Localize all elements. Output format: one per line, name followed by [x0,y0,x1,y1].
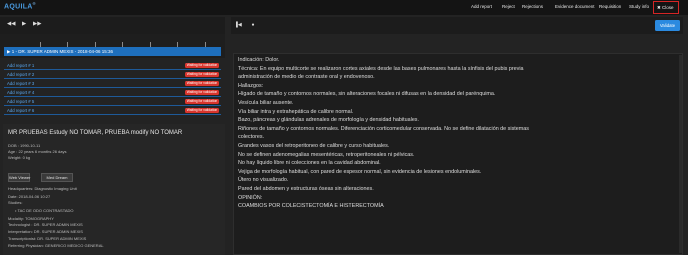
patient-name: MR PRUEBAS Estudy NO TOMAR, PRUEBA modif… [8,130,183,136]
report-row: Add report # 3 Waiting for validation [4,80,221,88]
report-line: colectores. [238,134,265,141]
nav-study-info[interactable]: Study info [629,4,649,9]
play-icon[interactable]: ▶ [22,21,26,28]
nav-rejections[interactable]: Rejections [522,4,543,9]
study-item: • TAC DE ODO CONTRASTADO [15,208,74,213]
add-report-link[interactable]: Add report # 4 [7,90,34,95]
skip-back-icon[interactable]: ▐◀ [233,21,243,30]
status-badge: Waiting for validation [185,63,219,68]
patient-dob: DOB : 1990-10-11 [8,143,41,148]
add-report-link[interactable]: Add report # 2 [7,72,34,77]
validate-button[interactable]: Validate [655,20,680,31]
status-badge: Waiting for validation [185,81,219,86]
patient-weight: Weight: 0 kg [8,155,31,160]
headquarters: Headquarters: Diagnostic Imaging Unit [8,186,77,191]
report-line: Bazo, páncreas y glándulas adrenales de … [238,117,420,124]
report-line: Hígado de tamaño y contornos normales, s… [238,91,496,98]
app-logo[interactable]: AQUILA® [4,1,36,10]
report-line: Útero no visualizado. [238,177,289,184]
report-line: Vía biliar intra y extrahepática de cali… [238,108,354,115]
report-line: Riñones de tamaño y contornos normales. … [238,125,529,132]
timeline-report-bar[interactable]: ▶ 1 - DR. SUPER ADMIN MEXIS - 2018-04-06… [4,47,221,56]
fast-forward-icon[interactable]: ▶▶ [33,21,41,28]
study-date: Date: 2018-04-06 10:27 [8,194,51,199]
report-line: Hallazgos: [238,82,264,89]
status-badge: Waiting for validation [185,108,219,113]
report-line: Vesícula biliar ausente. [238,99,294,106]
report-line: OPINIÓN: [238,194,263,201]
patient-age: Age : 22 years 6 months 26 days [8,149,67,154]
player-toolbar: ◀◀ ▶ ▶▶ [0,17,225,34]
nav-evidence-document[interactable]: Evidence document [555,4,595,9]
report-line: Grandes vasos del retroperitoneo de cali… [238,142,390,149]
rewind-icon[interactable]: ◀◀ [7,21,15,28]
logo-mark: ® [32,1,36,6]
status-badge: Waiting for validation [185,72,219,77]
report-line: Indicación: Dolor. [238,57,280,63]
report-row: Add report # 2 Waiting for validation [4,71,221,79]
record-icon[interactable]: ● [248,21,258,30]
report-text[interactable]: Indicación: Dolor. Técnica: En equipo mu… [238,56,678,211]
add-report-link[interactable]: Add report # 3 [7,81,34,86]
report-row: Add report # 1 Waiting for validation [4,62,221,70]
interpretation: Interpretation: DR. SUPER ADMIN MEXIS [8,229,83,234]
report-row: Add report # 6 Waiting for validation [4,107,221,115]
nav-add-report[interactable]: Add report [471,4,492,9]
status-badge: Waiting for validation [185,90,219,95]
add-report-link[interactable]: Add report # 5 [7,99,34,104]
report-line: Pared del abdomen y estructuras óseas si… [238,185,374,192]
nav-reject[interactable]: Reject [502,4,515,9]
technologist: Technologist : DR. SUPER ADMIN MEXIS [8,222,83,227]
referring-physician: Referring Physician: GENERICO MEDICO GEN… [8,243,104,248]
studies-label: Studies: [8,200,23,205]
editor-scrollbar[interactable] [679,55,682,253]
status-badge: Waiting for validation [185,99,219,104]
report-line: Vejiga de morfología habitual, con pared… [238,168,482,175]
nav-requisition[interactable]: Requisition [599,4,621,9]
add-report-link[interactable]: Add report # 6 [7,108,34,113]
report-row: Add report # 4 Waiting for validation [4,89,221,97]
add-report-link[interactable]: Add report # 1 [7,63,34,68]
med-dream-button[interactable]: Med Dream [41,173,73,182]
report-line: Técnica: En equipo multicorte se realiza… [238,65,524,72]
report-row: Add report # 5 Waiting for validation [4,98,221,106]
report-line: COAMBIOS POR COLECISTECTOMÍA E HISTERECT… [238,203,384,210]
patient-info-panel: MR PRUEBAS Estudy NO TOMAR, PRUEBA modif… [3,124,225,255]
timeline-report-label: ▶ 1 - DR. SUPER ADMIN MEXIS - 2018-04-06… [7,49,114,54]
report-line: No se definen adenomegalias mesentéricas… [238,151,415,158]
report-line: administración de medio de contraste ora… [238,74,375,81]
web-viewer-button[interactable]: Web Viewer [8,173,30,182]
top-navbar: AQUILA® Add report Reject Rejections Evi… [0,0,688,15]
report-line: No hay líquido libre ni colecciones en l… [238,160,381,167]
transcriptionist: Transcriptionist: DR. SUPER ADMIN MEXIS [8,236,87,241]
close-button[interactable]: ✖ Close [653,1,679,14]
logo-text: AQUILA [4,3,33,11]
modality: Modality: TOMOGRAPHY [8,216,54,221]
editor-toolbar: ▐◀ ● [231,17,683,34]
